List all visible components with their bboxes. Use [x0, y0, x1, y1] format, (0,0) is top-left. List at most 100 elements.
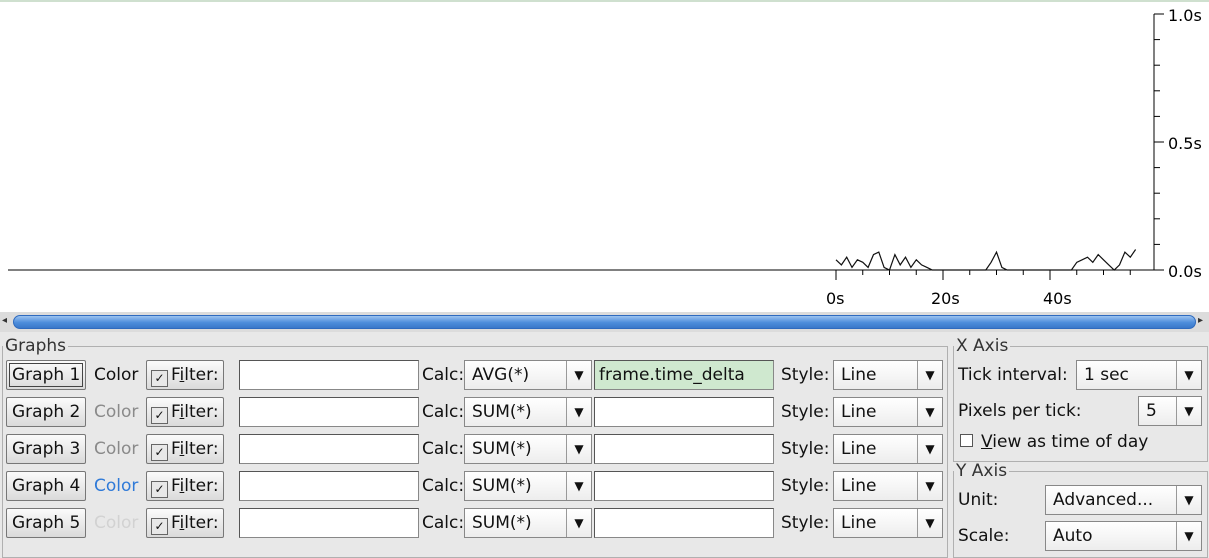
- graph-2-calc-select[interactable]: SUM(*) ▼: [464, 397, 592, 427]
- filter-label-post: lter:: [184, 439, 219, 459]
- scale-select[interactable]: Auto ▼: [1045, 521, 1202, 551]
- graph-4-toggle-button[interactable]: Graph 4: [6, 471, 87, 501]
- graph-4-calc-select[interactable]: SUM(*) ▼: [464, 471, 592, 501]
- chevron-down-icon: ▼: [917, 509, 942, 537]
- graph-3-style-select[interactable]: Line ▼: [833, 434, 943, 464]
- graph-2-color-label[interactable]: Color: [94, 397, 138, 427]
- chevron-down-icon: ▼: [1176, 361, 1201, 389]
- scale-value: Auto: [1053, 526, 1093, 546]
- tick-interval-select[interactable]: 1 sec ▼: [1076, 360, 1202, 390]
- graph-2-style-label: Style:: [781, 402, 830, 422]
- scrollbar-thumb[interactable]: [13, 315, 1196, 329]
- x-tick-label-40s: 40s: [1043, 289, 1072, 308]
- graph-2-filter-button[interactable]: ✓ Filter:: [146, 397, 224, 427]
- calc-value: SUM(*): [472, 402, 532, 422]
- chevron-down-icon: ▼: [566, 398, 591, 426]
- filter-checkbox-icon: ✓: [151, 518, 168, 535]
- x-axis-panel: X Axis Tick interval: 1 sec ▼ Pixels per…: [953, 336, 1208, 462]
- unit-value: Advanced...: [1053, 490, 1154, 510]
- axis-ticks: [835, 13, 1164, 280]
- calc-value: SUM(*): [472, 476, 532, 496]
- chevron-down-icon: ▼: [1176, 522, 1201, 550]
- graph-1-style-select[interactable]: Line ▼: [833, 360, 943, 390]
- chevron-down-icon: ▼: [917, 361, 942, 389]
- chevron-down-icon: ▼: [917, 398, 942, 426]
- graph-1-filter-button[interactable]: ✓ Filter:: [146, 360, 224, 390]
- graph-row-4: Graph 4 Color ✓ Filter: Calc: SUM(*) ▼ Style: Li…: [3, 469, 943, 503]
- view-as-time-of-day-checkbox[interactable]: View as time of day: [960, 427, 1148, 457]
- checkbox-box[interactable]: [960, 434, 973, 447]
- filter-label-post: lter:: [184, 402, 219, 422]
- graphs-panel: Graphs Graph 1 Color ✓ Filter: Calc: AVG(*) ▼ f…: [2, 336, 948, 558]
- unit-label: Unit:: [958, 490, 999, 510]
- graph-4-calc-field-input[interactable]: [594, 471, 774, 501]
- graph-4-style-select[interactable]: Line ▼: [833, 471, 943, 501]
- style-value: Line: [841, 513, 877, 533]
- scroll-left-icon[interactable]: ◂: [2, 315, 7, 326]
- graph-2-calc-field-input[interactable]: [594, 397, 774, 427]
- graph-2-style-select[interactable]: Line ▼: [833, 397, 943, 427]
- graph-3-calc-field-input[interactable]: [594, 434, 774, 464]
- chevron-down-icon: ▼: [917, 435, 942, 463]
- filter-label-pre: F: [171, 365, 180, 385]
- filter-checkbox-icon: ✓: [151, 407, 168, 424]
- chevron-down-icon: ▼: [917, 472, 942, 500]
- chevron-down-icon: ▼: [1176, 397, 1201, 425]
- x-tick-label-20s: 20s: [931, 289, 960, 308]
- graph-plot-area[interactable]: 1.0s 0.5s 0.0s 0s 20s 40s: [0, 2, 1209, 312]
- graph-row-1: Graph 1 Color ✓ Filter: Calc: AVG(*) ▼ frame.ti…: [3, 358, 943, 392]
- y-axis-panel: Y Axis Unit: Advanced... ▼ Scale: Auto ▼: [953, 461, 1208, 558]
- graph-4-filter-button[interactable]: ✓ Filter:: [146, 471, 224, 501]
- graph-5-calc-label: Calc:: [422, 513, 465, 533]
- style-value: Line: [841, 402, 877, 422]
- graph-3-toggle-button[interactable]: Graph 3: [6, 434, 87, 464]
- graph-3-filter-input[interactable]: [239, 434, 419, 464]
- chevron-down-icon: ▼: [566, 509, 591, 537]
- graph-row-5: Graph 5 Color ✓ Filter: Calc: SUM(*) ▼ Style: Li…: [3, 506, 943, 540]
- graph-5-toggle-button[interactable]: Graph 5: [6, 508, 87, 538]
- tick-interval-value: 1 sec: [1084, 365, 1129, 385]
- graph-4-filter-input[interactable]: [239, 471, 419, 501]
- view-time-label: iew as time of day: [992, 432, 1149, 452]
- scale-label: Scale:: [958, 526, 1010, 546]
- scroll-right-icon[interactable]: ▸: [1198, 315, 1203, 326]
- graph-3-calc-select[interactable]: SUM(*) ▼: [464, 434, 592, 464]
- graph-1-filter-input[interactable]: [239, 360, 419, 390]
- graph-2-toggle-button[interactable]: Graph 2: [6, 397, 87, 427]
- graph-1-toggle-button[interactable]: Graph 1: [6, 360, 87, 390]
- y-axis-legend: Y Axis: [956, 461, 1008, 481]
- pixels-per-tick-select[interactable]: 5 ▼: [1138, 396, 1202, 426]
- filter-label-pre: F: [171, 476, 180, 496]
- graph-3-calc-label: Calc:: [422, 439, 465, 459]
- chevron-down-icon: ▼: [566, 472, 591, 500]
- graph-row-3: Graph 3 Color ✓ Filter: Calc: SUM(*) ▼ Style: Li…: [3, 432, 943, 466]
- y-tick-label-top: 1.0s: [1168, 6, 1202, 25]
- graph-1-calc-field-input[interactable]: frame.time_delta: [594, 360, 774, 390]
- graph-1-calc-select[interactable]: AVG(*) ▼: [464, 360, 592, 390]
- graph-1-color-label[interactable]: Color: [94, 360, 138, 390]
- graph-5-filter-input[interactable]: [239, 508, 419, 538]
- graph-5-filter-button[interactable]: ✓ Filter:: [146, 508, 224, 538]
- graph-5-calc-select[interactable]: SUM(*) ▼: [464, 508, 592, 538]
- graph-3-filter-button[interactable]: ✓ Filter:: [146, 434, 224, 464]
- tick-interval-label: Tick interval:: [958, 365, 1068, 385]
- graph-2-filter-input[interactable]: [239, 397, 419, 427]
- chevron-down-icon: ▼: [566, 361, 591, 389]
- graph-5-style-select[interactable]: Line ▼: [833, 508, 943, 538]
- unit-select[interactable]: Advanced... ▼: [1045, 485, 1202, 515]
- filter-checkbox-icon: ✓: [151, 444, 168, 461]
- graph-5-color-label[interactable]: Color: [94, 508, 138, 538]
- y-tick-label-mid: 0.5s: [1168, 134, 1202, 153]
- graph-row-2: Graph 2 Color ✓ Filter: Calc: SUM(*) ▼ Style: Li…: [3, 395, 943, 429]
- graph-3-color-label[interactable]: Color: [94, 434, 138, 464]
- filter-checkbox-icon: ✓: [151, 481, 168, 498]
- horizontal-scrollbar[interactable]: ◂ ▸: [0, 312, 1209, 332]
- filter-label-post: lter:: [184, 476, 219, 496]
- graph-4-color-label[interactable]: Color: [94, 471, 138, 501]
- graph-1-style-label: Style:: [781, 365, 830, 385]
- y-tick-label-zero: 0.0s: [1168, 262, 1202, 281]
- graph-5-calc-field-input[interactable]: [594, 508, 774, 538]
- filter-label-pre: F: [171, 402, 180, 422]
- calc-value: SUM(*): [472, 439, 532, 459]
- chevron-down-icon: ▼: [566, 435, 591, 463]
